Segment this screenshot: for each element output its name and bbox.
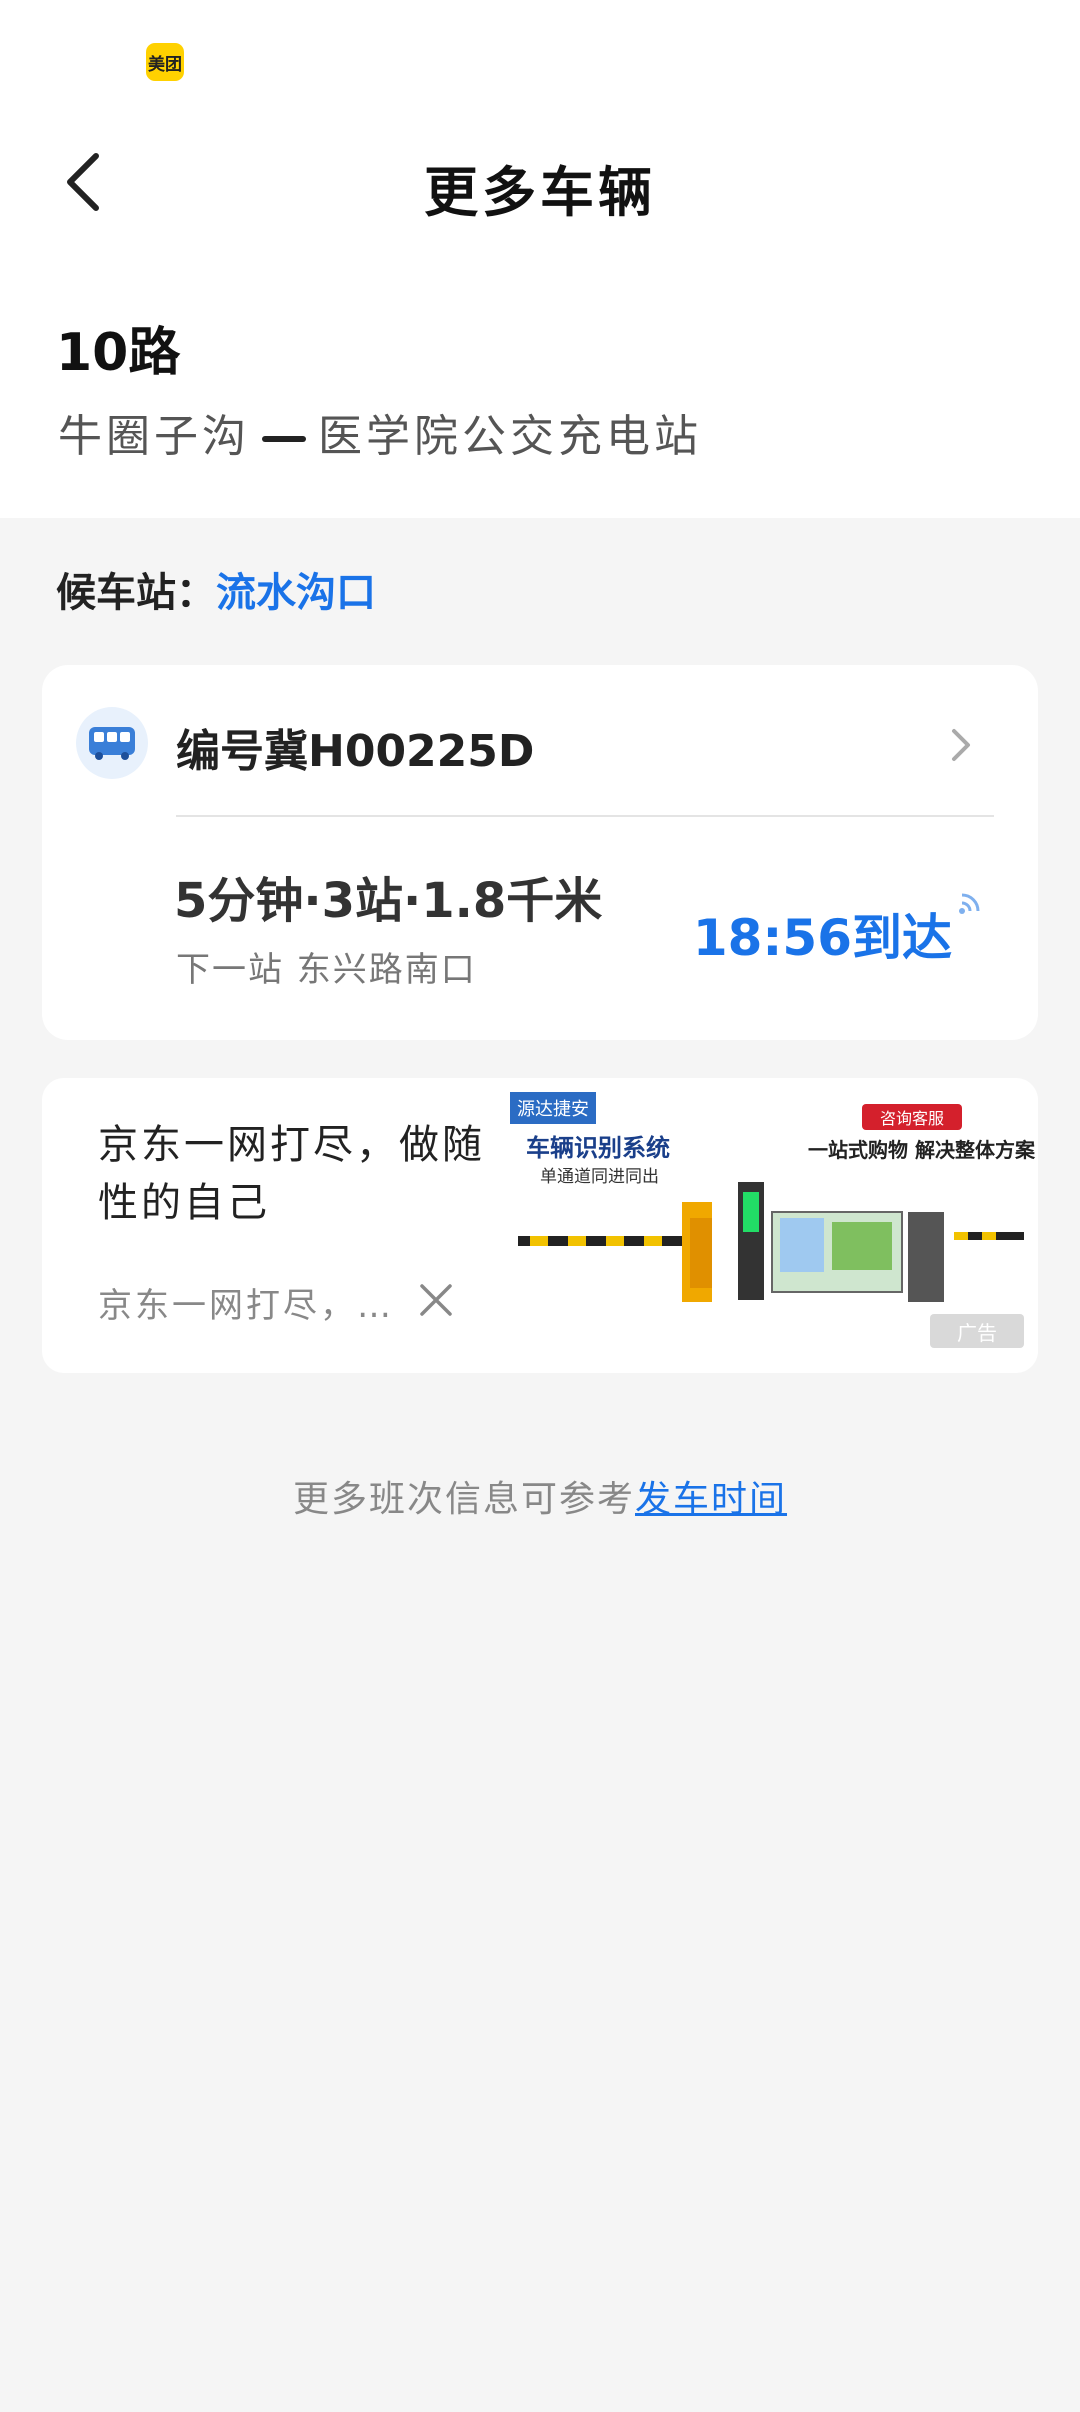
ad-image-title: 车辆识别系统 [526,1134,670,1162]
ad-subtext: 京东一网打尽，… [98,1286,394,1326]
route-path: 牛圈子沟 医学院公交充电站 [58,400,702,464]
waiting-stop-link[interactable]: 流水沟口 [216,570,376,616]
realtime-signal-icon [959,893,980,914]
divider [176,815,994,817]
ad-headline: 京东一网打尽，做随性的自己 [98,1122,485,1226]
waiting-stop: 候车站：流水沟口 [56,560,376,618]
ad-image-brand: 源达捷安 [510,1092,596,1124]
header-section: 美团 更多车辆 10路 牛圈子沟 医学院公交充电站 [0,0,1080,518]
chevron-right-icon[interactable] [946,723,976,767]
eta-summary: 5分钟·3站·1.8千米 [174,873,603,929]
bus-card[interactable]: 编号冀H00225D 5分钟·3站·1.8千米 下一站 东兴路南口 18:56到… [42,665,1038,1040]
departure-time-link[interactable]: 发车时间 [635,1479,787,1520]
ad-image-slogan: 一站式购物 解决整体方案 [808,1138,1035,1162]
footer-note: 更多班次信息可参考发车时间 [0,1470,1080,1522]
ad-image-badge: 咨询客服 [862,1104,962,1130]
ad-tag: 广告 [930,1314,1024,1348]
route-origin: 牛圈子沟 [58,411,250,462]
meituan-app-badge: 美团 [146,43,184,81]
close-icon[interactable] [418,1282,454,1318]
route-name: 10路 [56,323,181,383]
route-destination: 医学院公交充电站 [318,411,702,462]
ad-card[interactable]: 京东一网打尽，做随性的自己 京东一网打尽，… 源达捷安 车辆识别系统 单通道同进… [42,1078,1038,1373]
waiting-stop-label: 候车站： [56,570,216,616]
ad-image[interactable]: 源达捷安 车辆识别系统 单通道同进同出 咨询客服 一站式购物 解决整体方案 广告 [510,1092,1038,1360]
arrival-time: 18:56到达 [692,909,952,967]
route-arrow-icon [262,436,306,442]
page-title: 更多车辆 [424,161,656,224]
bus-icon [76,707,148,779]
barrier-gate-illustration [518,1182,1024,1302]
bus-plate: 编号冀H00225D [176,726,535,777]
next-stop: 下一站 东兴路南口 [176,950,477,990]
footer-prefix: 更多班次信息可参考 [292,1479,635,1520]
